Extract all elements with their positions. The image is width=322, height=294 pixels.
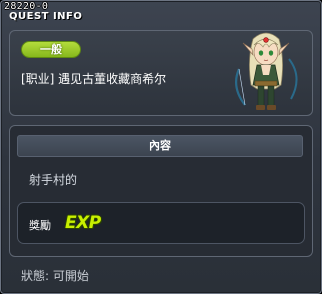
quest-status: 狀態: 可開始 xyxy=(21,269,89,283)
quest-title: [职业] 遇见古董收藏商希尔 xyxy=(21,72,167,86)
reward-label: 獎勵 xyxy=(29,219,51,232)
window-title: QUEST INFO xyxy=(9,11,83,22)
npc-portrait-icon xyxy=(234,32,298,110)
reward-box xyxy=(17,202,305,244)
content-text: 射手村的 xyxy=(29,173,78,187)
exp-reward-icon[interactable]: EXP xyxy=(65,213,101,233)
content-header: 內容 xyxy=(17,135,303,157)
quest-category-badge: 一般 xyxy=(21,41,81,58)
quest-info-window: 28220-0 QUEST INFO 一般 [职业] 遇见古董收藏商希尔 內容 … xyxy=(0,0,322,294)
